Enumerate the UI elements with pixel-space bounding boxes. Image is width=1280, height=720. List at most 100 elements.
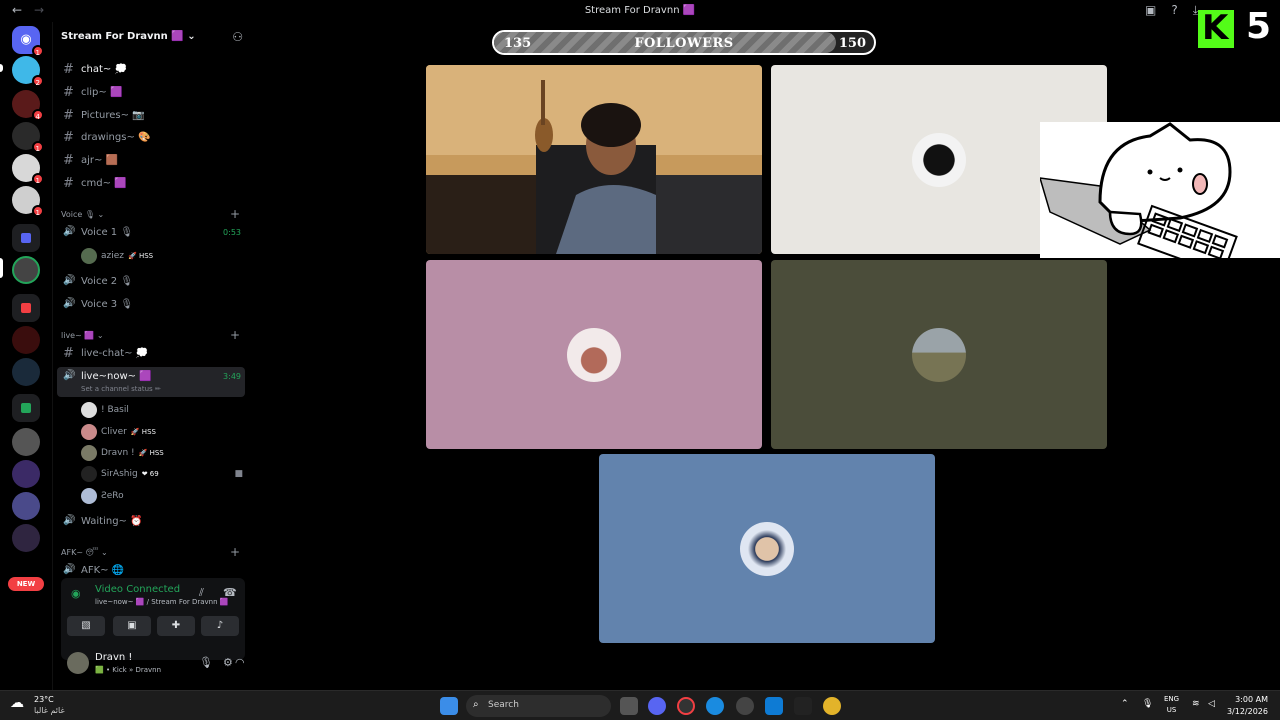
channel-clip[interactable]: # clip~ 🟪 bbox=[57, 83, 245, 103]
help-icon[interactable]: ? bbox=[1171, 3, 1177, 18]
voice-user[interactable]: ƧeRo bbox=[77, 486, 247, 506]
channel-live-chat[interactable]: # live-chat~ 💭 bbox=[57, 344, 245, 364]
voice-channel-waiting[interactable]: 🔊 Waiting~ ⏰ bbox=[57, 512, 245, 532]
add-channel-icon[interactable]: + bbox=[230, 545, 240, 559]
window-title: Stream For Dravnn 🟪 bbox=[584, 5, 696, 16]
microphone-tray-icon[interactable]: 🎙 bbox=[1142, 699, 1153, 709]
category-voice[interactable]: Voice 🎙 ⌄ bbox=[61, 210, 104, 219]
voice-user[interactable]: Cliver 🚀 HSS bbox=[77, 422, 247, 442]
server-folder[interactable] bbox=[12, 394, 40, 422]
channel-ajr[interactable]: # ajr~ 🟫 bbox=[57, 151, 245, 171]
voice-channel-1[interactable]: 🔊 Voice 1 🎙 0:53 bbox=[57, 223, 245, 243]
category-live[interactable]: live~ 🟪 ⌄ bbox=[61, 331, 104, 340]
app-taskbar-icon[interactable] bbox=[677, 697, 695, 715]
voice-user[interactable]: Dravn ! 🚀 HSS bbox=[77, 443, 247, 463]
settings-icon[interactable] bbox=[736, 697, 754, 715]
store-icon[interactable] bbox=[765, 697, 783, 715]
server-icon-active[interactable] bbox=[12, 256, 40, 284]
channel-drawings[interactable]: # drawings~ 🎨 bbox=[57, 128, 245, 148]
screen-share-button[interactable]: ▣ bbox=[113, 616, 151, 636]
new-badge: NEW bbox=[8, 577, 44, 591]
server-icon[interactable]: 1 bbox=[12, 154, 44, 185]
inbox-icon[interactable]: ▣ bbox=[1145, 3, 1156, 18]
volume-icon[interactable]: ◁ bbox=[1208, 699, 1215, 709]
server-header[interactable]: Stream For Dravnn 🟪 ⌄ ⚇ bbox=[53, 22, 253, 54]
system-clock[interactable]: 3:00 AM 3/12/2026 bbox=[1227, 694, 1268, 718]
speaker-icon: 🔊 bbox=[63, 564, 76, 575]
obs-icon[interactable] bbox=[794, 697, 812, 715]
voice-channel-2[interactable]: 🔊 Voice 2 🎙 bbox=[57, 272, 245, 292]
discord-taskbar-icon[interactable] bbox=[648, 697, 666, 715]
server-icon[interactable]: 2 bbox=[12, 56, 44, 87]
video-tile-camera[interactable] bbox=[426, 65, 762, 254]
category-afk[interactable]: AFK~ 😴 ⌄ bbox=[61, 548, 108, 557]
add-channel-icon[interactable]: + bbox=[230, 328, 240, 342]
voice-user[interactable]: ! Basil bbox=[77, 400, 247, 420]
participant-avatar bbox=[912, 132, 966, 187]
server-name: Stream For Dravnn 🟪 ⌄ bbox=[61, 31, 196, 42]
server-icon[interactable] bbox=[12, 428, 40, 456]
weather-widget[interactable]: ☁ 23°C غائم غالبا bbox=[10, 695, 65, 715]
voice-location[interactable]: live~now~ 🟪 / Stream For Dravnn 🟪 bbox=[95, 598, 229, 606]
server-rail: ◉ 1 2 4 1 1 1 NEW bbox=[0, 22, 52, 690]
channel-status[interactable]: Set a channel status ✏ bbox=[81, 385, 161, 393]
title-bar: ← → Stream For Dravnn 🟪 ▣ ? ⤓ bbox=[0, 0, 1280, 22]
server-icon[interactable]: 1 bbox=[12, 122, 44, 153]
mention-badge: 1 bbox=[31, 45, 44, 57]
server-folder[interactable] bbox=[12, 294, 40, 322]
participant-avatar bbox=[740, 521, 794, 576]
video-tile-avatar[interactable] bbox=[426, 260, 762, 449]
camera-toggle-button[interactable]: ▧ bbox=[67, 616, 105, 636]
video-tile-avatar[interactable] bbox=[599, 454, 935, 643]
voice-channel-3[interactable]: 🔊 Voice 3 🎙 bbox=[57, 295, 245, 315]
discord-home-icon[interactable]: ◉ 1 bbox=[12, 26, 44, 57]
avatar bbox=[81, 488, 97, 504]
edge-icon[interactable] bbox=[706, 697, 724, 715]
voice-user[interactable]: SirAshig ❤ 69 ■ bbox=[77, 464, 247, 484]
channel-chat[interactable]: # chat~ 💭 bbox=[57, 60, 245, 80]
speaker-icon: 🔊 bbox=[63, 515, 76, 526]
avatar bbox=[81, 402, 97, 418]
server-icon[interactable] bbox=[12, 358, 40, 386]
voice-user[interactable]: aziez 🚀 HSS bbox=[77, 246, 247, 266]
chevron-up-icon[interactable]: ⌃ bbox=[1121, 699, 1129, 709]
settings-gear-icon[interactable]: ⚙ bbox=[223, 656, 233, 669]
headphones-icon[interactable]: ◠ bbox=[235, 656, 245, 669]
video-camera-icon: ■ bbox=[234, 469, 243, 479]
disconnect-icon[interactable]: ☎ bbox=[223, 586, 237, 599]
server-folder[interactable] bbox=[12, 224, 40, 252]
server-icon[interactable] bbox=[12, 492, 40, 520]
task-view-icon[interactable] bbox=[620, 697, 638, 715]
speaker-icon: 🔊 bbox=[63, 370, 76, 381]
microphone-icon[interactable]: 🎙 bbox=[199, 656, 213, 669]
soundboard-button[interactable]: ♪ bbox=[201, 616, 239, 636]
weather-temp: 23°C bbox=[34, 695, 54, 704]
language-indicator[interactable]: ENG US bbox=[1164, 694, 1179, 716]
chrome-icon[interactable] bbox=[823, 697, 841, 715]
noise-suppression-icon[interactable]: ⫽ bbox=[199, 586, 204, 600]
add-channel-icon[interactable]: + bbox=[230, 207, 240, 221]
server-icon[interactable]: 4 bbox=[12, 90, 44, 121]
wifi-icon[interactable]: ≋ bbox=[1192, 699, 1200, 709]
signal-icon[interactable]: ◉ bbox=[71, 587, 81, 600]
server-icon[interactable] bbox=[12, 524, 40, 552]
server-icon[interactable] bbox=[12, 326, 40, 354]
avatar[interactable] bbox=[67, 652, 89, 674]
avatar bbox=[81, 466, 97, 482]
server-icon[interactable]: 1 bbox=[12, 186, 44, 217]
voice-status: Video Connected bbox=[95, 584, 181, 595]
speaker-icon: 🔊 bbox=[63, 298, 76, 309]
channel-pictures[interactable]: # Pictures~ 📷 bbox=[57, 106, 245, 126]
taskbar-search[interactable]: ⌕ Search bbox=[466, 695, 611, 717]
channel-cmd[interactable]: # cmd~ 🟪 bbox=[57, 174, 245, 194]
hash-icon: # bbox=[63, 85, 74, 100]
mention-badge: 1 bbox=[31, 173, 44, 185]
bongo-cat-overlay bbox=[1040, 122, 1280, 258]
video-tile-avatar[interactable] bbox=[771, 260, 1107, 449]
server-icon[interactable] bbox=[12, 460, 40, 488]
camera-feed bbox=[426, 65, 762, 254]
voice-channel-live-now[interactable]: 🔊 live~now~ 🟪 3:49 Set a channel status … bbox=[57, 367, 245, 397]
add-member-icon[interactable]: ⚇ bbox=[232, 30, 243, 44]
windows-start-icon[interactable] bbox=[440, 697, 458, 715]
activities-button[interactable]: ✚ bbox=[157, 616, 195, 636]
